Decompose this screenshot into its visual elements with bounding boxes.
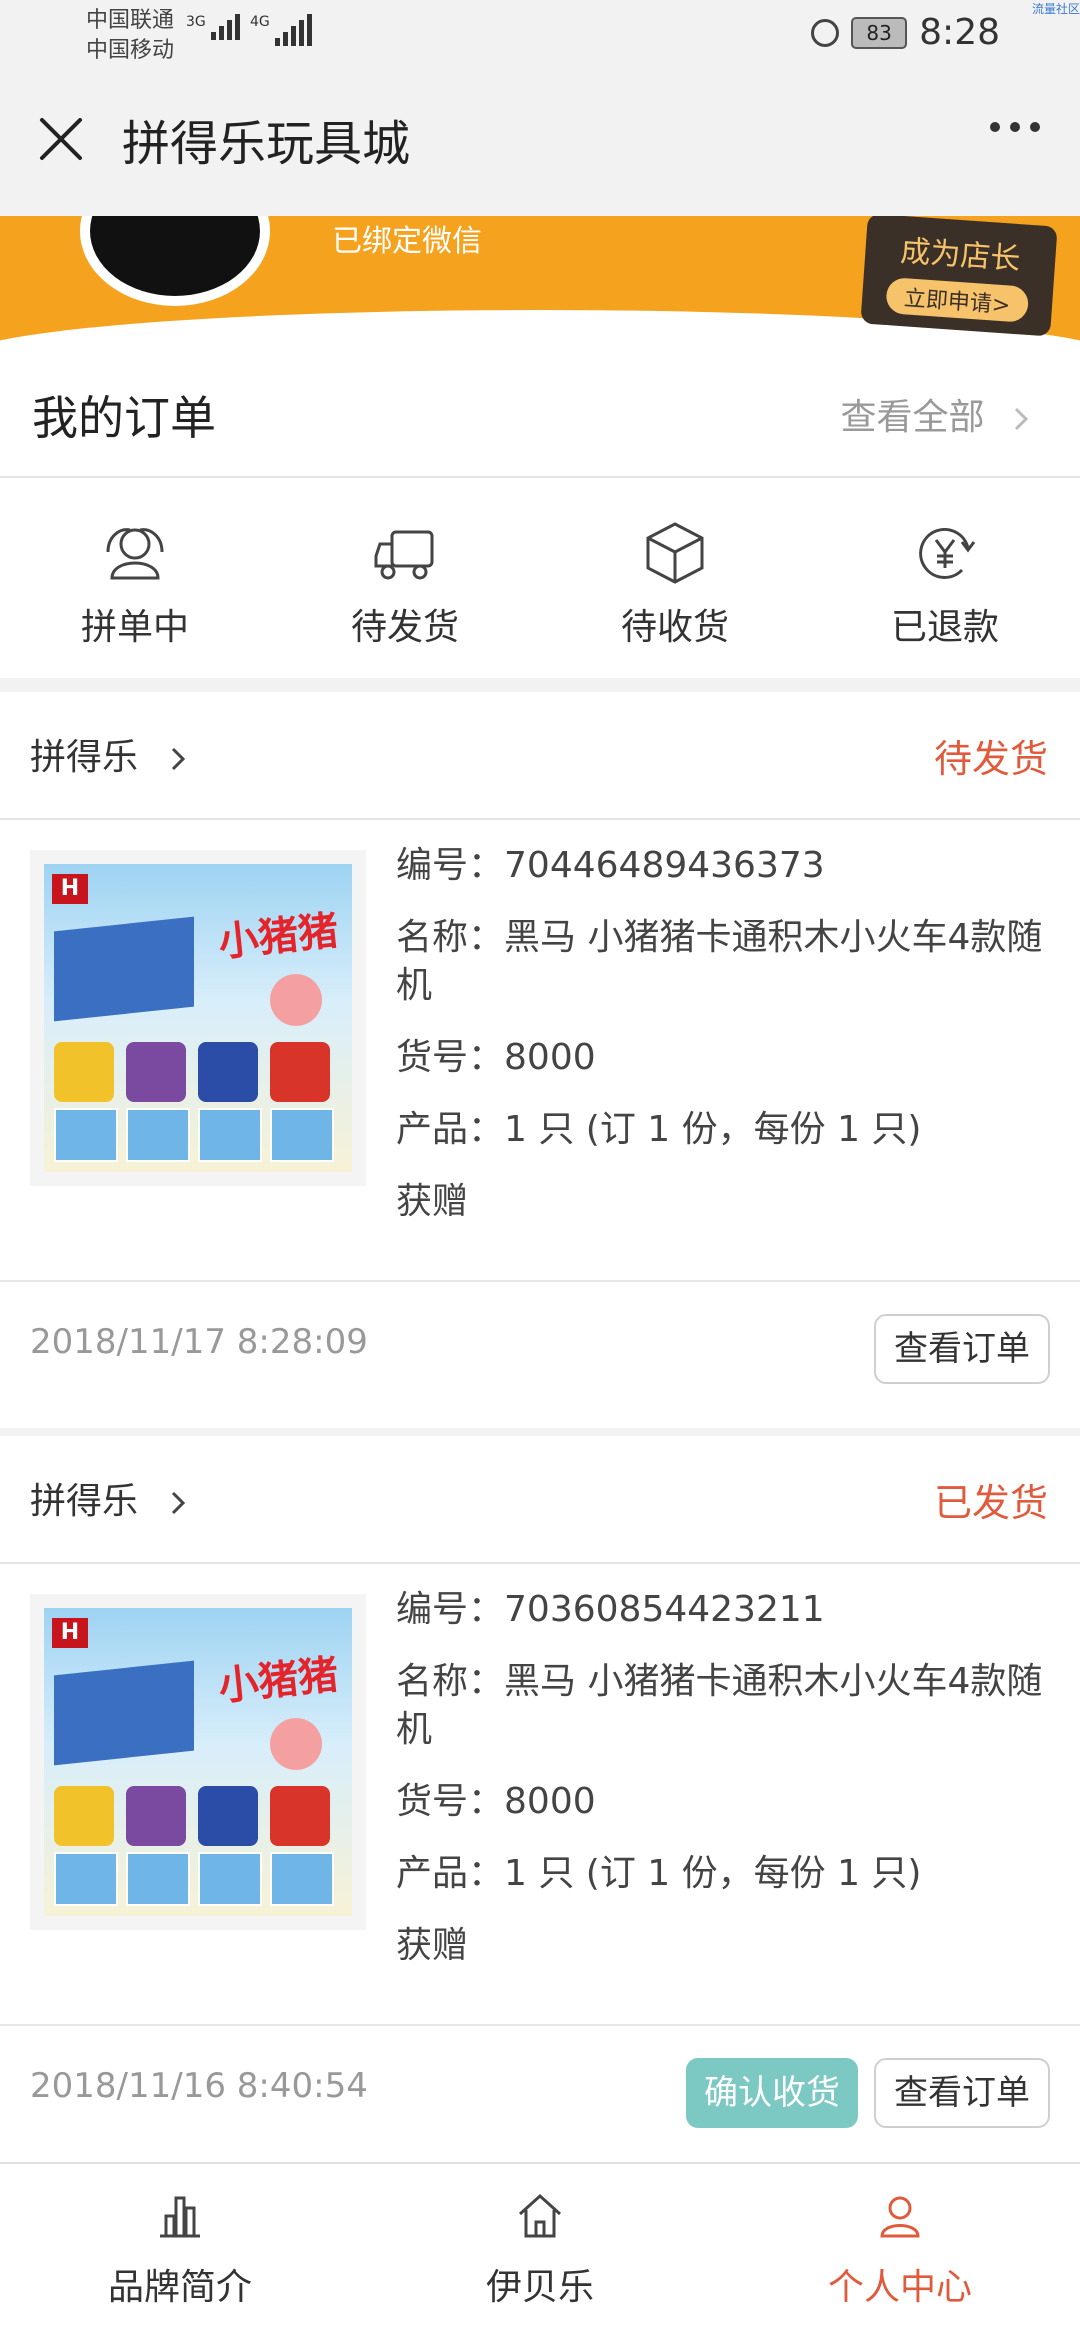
order-shop-row[interactable]: 拼得乐 已发货: [0, 1436, 1080, 1564]
person-icon: [880, 2196, 920, 2238]
alarm-icon: [811, 18, 840, 47]
profile-banner: 已绑定微信 成为店长 立即申请>: [0, 216, 1080, 346]
tab-pending-receipt[interactable]: 待收货: [540, 478, 810, 678]
carrier-2: 中国移动: [86, 38, 175, 63]
title-bar: 拼得乐玩具城: [0, 72, 1080, 216]
view-all-label: 查看全部: [840, 397, 985, 438]
product-sku: 货号：8000: [396, 1781, 596, 1822]
page-title: 拼得乐玩具城: [122, 116, 411, 172]
status-right: 83 8:28: [811, 12, 1000, 53]
chevron-right-icon: [172, 747, 186, 771]
order-footer: 2018/11/16 8:40:54 确认收货 查看订单: [0, 2026, 1080, 2172]
tab-group-buying[interactable]: 拼单中: [0, 478, 270, 678]
order-card: 拼得乐 已发货 H 小猪猪 编号：70360854423211 名称：黑马 小猪…: [0, 1436, 1080, 2172]
order-body[interactable]: H 小猪猪 编号：70360854423211 名称：黑马 小猪猪卡通积木小火车…: [0, 1564, 1080, 2026]
product-name: 名称：黑马 小猪猪卡通积木小火车4款随机: [396, 1661, 1043, 1750]
home-icon: [518, 2193, 562, 2238]
nav-personal-center[interactable]: 个人中心: [720, 2164, 1080, 2340]
my-orders-header: 我的订单 查看全部: [0, 346, 1080, 478]
order-status: 已发货: [933, 1481, 1048, 1525]
signal-icon: 3G: [186, 14, 240, 40]
wechat-bound-label: 已绑定微信: [332, 224, 482, 259]
gift-label: 获赠: [396, 1925, 469, 1966]
order-datetime: 2018/11/17 8:28:09: [30, 1322, 368, 1362]
order-info: 编号：70446489436373 名称：黑马 小猪猪卡通积木小火车4款随机 货…: [396, 842, 1046, 1250]
package-icon: [646, 522, 704, 584]
become-shop-owner-card[interactable]: 成为店长 立即申请>: [860, 216, 1058, 337]
signal-icon-2: 4G: [250, 14, 312, 46]
more-options-icon[interactable]: [990, 122, 1040, 132]
product-image-brand: 小猪猪: [216, 1651, 341, 1711]
product-name: 名称：黑马 小猪猪卡通积木小火车4款随机: [396, 917, 1043, 1006]
order-status: 待发货: [933, 737, 1048, 781]
tab-label: 已退款: [890, 607, 999, 648]
nav-label: 品牌简介: [107, 2267, 252, 2308]
product-quantity: 产品：1 只 (订 1 份，每份 1 只): [396, 1853, 922, 1894]
carrier-info: 中国联通 中国移动: [86, 6, 174, 66]
bottom-nav: 品牌简介 伊贝乐 个人中心: [0, 2162, 1080, 2340]
view-all-orders-link[interactable]: 查看全部: [841, 388, 1032, 440]
order-card: 拼得乐 待发货 H 小猪猪 编号：70446489436373 名称：黑马 小猪…: [0, 692, 1080, 1428]
tab-refunded[interactable]: 已退款: [810, 478, 1080, 678]
refund-icon: [919, 527, 976, 579]
view-order-button[interactable]: 查看订单: [874, 2058, 1050, 2128]
battery-icon: 83: [851, 16, 908, 49]
order-shop-row[interactable]: 拼得乐 待发货: [0, 692, 1080, 820]
chart-icon: [160, 2196, 200, 2238]
chevron-right-icon: [1014, 407, 1029, 431]
clock: 8:28: [919, 12, 1000, 53]
confirm-receipt-button[interactable]: 确认收货: [686, 2058, 858, 2128]
group-icon: [106, 528, 164, 580]
network-type-1: 3G: [186, 14, 206, 30]
product-sku: 货号：8000: [396, 1037, 596, 1078]
view-order-button[interactable]: 查看订单: [874, 1314, 1050, 1384]
tab-pending-shipment[interactable]: 待发货: [270, 478, 540, 678]
truck-icon: [374, 530, 434, 580]
product-quantity: 产品：1 只 (订 1 份，每份 1 只): [396, 1109, 922, 1150]
nav-yibeile[interactable]: 伊贝乐: [360, 2164, 720, 2340]
product-image[interactable]: H 小猪猪: [30, 1594, 366, 1930]
order-datetime: 2018/11/16 8:40:54: [30, 2066, 368, 2106]
shop-name-label: 拼得乐: [30, 737, 139, 778]
product-image-brand: 小猪猪: [216, 907, 341, 967]
order-status-tabs: 拼单中 待发货 待收货 已退款: [0, 478, 1080, 678]
nav-label: 伊贝乐: [485, 2267, 594, 2308]
chevron-right-icon: [172, 1491, 186, 1515]
order-footer: 2018/11/17 8:28:09 查看订单: [0, 1282, 1080, 1428]
status-bar: 中国联通 中国移动 3G 4G 83 8:28 流量社区: [0, 0, 1080, 72]
close-icon[interactable]: [36, 114, 86, 164]
shop-name: 拼得乐: [30, 1472, 189, 1524]
order-number: 编号：70360854423211: [396, 1589, 825, 1630]
tab-label: 拼单中: [80, 607, 189, 648]
order-body[interactable]: H 小猪猪 编号：70446489436373 名称：黑马 小猪猪卡通积木小火车…: [0, 820, 1080, 1282]
network-type-2: 4G: [250, 14, 270, 30]
shop-name: 拼得乐: [30, 728, 189, 780]
nav-label: 个人中心: [827, 2267, 972, 2308]
traffic-community-link[interactable]: 流量社区: [1032, 0, 1080, 17]
tab-label: 待发货: [350, 607, 459, 648]
order-info: 编号：70360854423211 名称：黑马 小猪猪卡通积木小火车4款随机 货…: [396, 1586, 1046, 1994]
carrier-1: 中国联通: [86, 8, 175, 33]
shop-owner-title: 成为店长: [899, 233, 1022, 278]
product-image[interactable]: H 小猪猪: [30, 850, 366, 1186]
tab-label: 待收货: [620, 607, 729, 648]
shop-name-label: 拼得乐: [30, 1481, 139, 1522]
apply-now-button[interactable]: 立即申请>: [884, 277, 1030, 323]
my-orders-title: 我的订单: [32, 391, 216, 445]
avatar[interactable]: [80, 216, 270, 306]
order-number: 编号：70446489436373: [396, 845, 825, 886]
nav-brand-intro[interactable]: 品牌简介: [0, 2164, 360, 2340]
gift-label: 获赠: [396, 1181, 469, 1222]
